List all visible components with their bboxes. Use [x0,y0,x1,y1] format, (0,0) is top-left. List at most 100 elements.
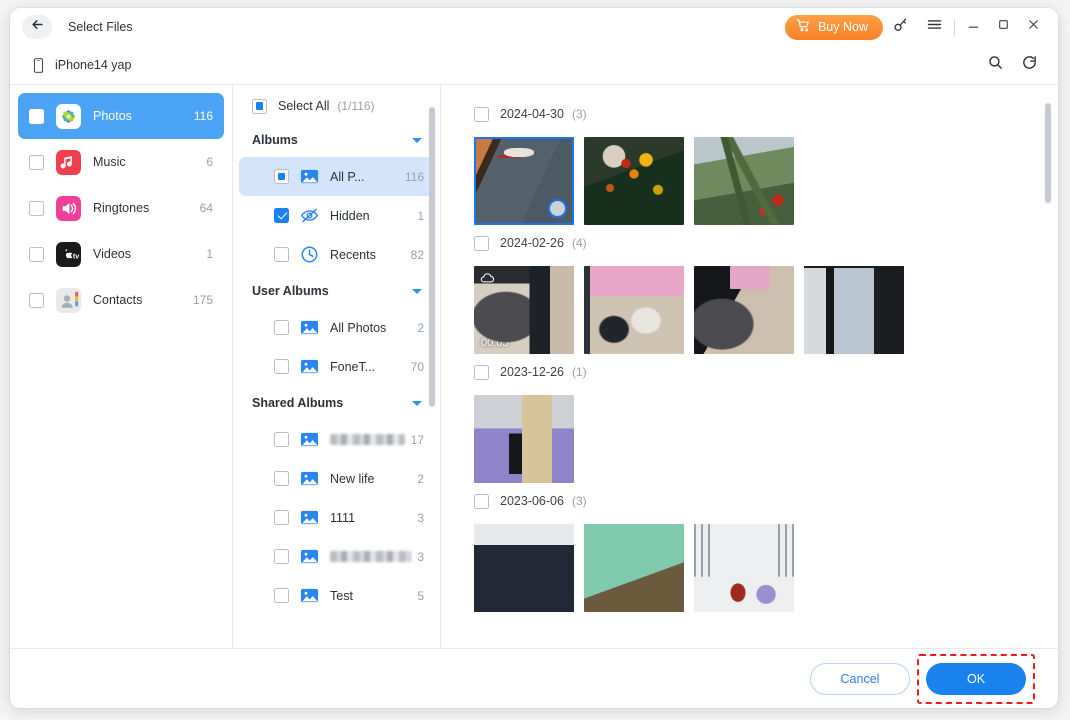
photo-thumbnail[interactable] [584,266,684,354]
photo-thumbnail[interactable] [694,524,794,612]
album-row-user-all-photos[interactable]: All Photos 2 [239,308,434,347]
search-icon [987,54,1004,76]
menu-button[interactable] [917,12,951,42]
date-group-checkbox[interactable] [474,106,489,122]
photos-grid-panel: 2024-04-30 (3) 2024-02-26 (4) 00:05 2023… [441,85,1058,648]
album-row-recents[interactable]: Recents 82 [239,235,434,274]
chevron-down-icon[interactable] [412,400,422,406]
ringtones-checkbox[interactable] [29,200,44,216]
key-button[interactable] [883,12,917,42]
cancel-button[interactable]: Cancel [810,662,910,695]
sidebar-item-music[interactable]: Music 6 [18,139,224,185]
thumbnail-row: 00:05 [441,258,1058,354]
maximize-button[interactable] [988,12,1018,42]
minimize-icon [967,18,980,36]
select-all-count: (1/116) [337,99,375,113]
photo-thumbnail[interactable] [804,266,904,354]
image-icon [300,547,319,566]
photo-thumbnail[interactable] [474,137,574,225]
album-checkbox[interactable] [274,169,289,184]
album-row-new-life[interactable]: New life 2 [239,459,434,498]
album-group-header-albums[interactable]: Albums [233,123,440,157]
music-checkbox[interactable] [29,154,44,170]
photo-thumbnail[interactable] [474,395,574,483]
svg-text:tv: tv [73,252,79,260]
chevron-down-icon[interactable] [412,137,422,143]
album-row-shared-2[interactable]: 3 [239,537,434,576]
photo-thumbnail[interactable] [584,137,684,225]
image-icon [300,318,319,337]
date-group-checkbox[interactable] [474,364,489,380]
sidebar-item-count: 116 [193,109,213,123]
sidebar-item-ringtones[interactable]: Ringtones 64 [18,185,224,231]
contacts-checkbox[interactable] [29,292,44,308]
videos-checkbox[interactable] [29,246,44,262]
photo-thumbnail[interactable] [694,266,794,354]
album-count: 2 [417,320,424,335]
chevron-down-icon[interactable] [412,288,422,294]
photo-thumbnail[interactable] [584,524,684,612]
select-all-row[interactable]: Select All (1/116) [233,89,440,123]
hamburger-menu-icon [926,16,943,38]
back-button[interactable] [22,15,52,39]
close-icon [1027,18,1040,36]
refresh-button[interactable] [1012,50,1046,80]
date-group-checkbox[interactable] [474,493,489,509]
album-checkbox[interactable] [274,320,289,335]
album-row-test[interactable]: Test 5 [239,576,434,615]
ringtones-app-icon [56,195,81,221]
photo-date-header[interactable]: 2023-12-26 (1) [441,357,1058,387]
page-title: Select Files [68,20,133,34]
album-group-header-shared-albums[interactable]: Shared Albums [233,386,440,420]
ok-button[interactable]: OK [926,662,1026,695]
photo-selected-indicator[interactable] [548,199,567,218]
photo-date-header[interactable]: 2023-06-06 (3) [441,486,1058,516]
photo-thumbnail[interactable] [474,524,574,612]
album-checkbox[interactable] [274,247,289,262]
album-checkbox[interactable] [274,208,289,223]
date-count: (4) [571,236,587,250]
photo-date-group: 2023-12-26 (1) [441,357,1058,483]
album-row-hidden[interactable]: Hidden 1 [239,196,434,235]
appletv-app-icon: tv [56,241,81,267]
album-checkbox[interactable] [274,588,289,603]
photo-date-header[interactable]: 2024-02-26 (4) [441,228,1058,258]
sidebar-item-count: 175 [192,293,213,307]
album-checkbox[interactable] [274,549,289,564]
photo-thumbnail[interactable]: 00:05 [474,266,574,354]
albums-scrollbar[interactable] [429,107,435,407]
date-group-checkbox[interactable] [474,235,489,251]
album-checkbox[interactable] [274,359,289,374]
ok-button-wrapper: OK [917,653,1035,704]
album-row-all-photos-lib[interactable]: All P... 116 [239,157,434,196]
album-checkbox[interactable] [274,471,289,486]
sidebar-item-videos[interactable]: tv Videos 1 [18,231,224,277]
search-button[interactable] [978,50,1012,80]
music-app-icon [56,149,81,175]
image-icon [300,430,319,449]
album-row-fonetool[interactable]: FoneT... 70 [239,347,434,386]
photos-scrollbar[interactable] [1045,103,1051,203]
minimize-button[interactable] [958,12,988,42]
sidebar-item-contacts[interactable]: Contacts 175 [18,277,224,323]
date-label: 2024-04-30 [500,107,564,121]
main-body: Photos 116 Music 6 Ringtones 64 tv Video… [10,84,1058,648]
buy-now-button[interactable]: Buy Now [784,14,883,40]
photo-date-header[interactable]: 2024-04-30 (3) [441,99,1058,129]
album-checkbox[interactable] [274,432,289,447]
sidebar-item-count: 6 [206,155,213,169]
album-label: Recents [330,247,376,262]
album-checkbox[interactable] [274,510,289,525]
image-icon [300,357,319,376]
device-bar: iPhone14 yap [10,46,1058,84]
album-row-shared-1[interactable]: 17 [239,420,434,459]
album-row-1111[interactable]: 1111 3 [239,498,434,537]
photos-checkbox[interactable] [29,108,44,124]
arrow-left-icon [30,17,45,37]
album-group-header-user-albums[interactable]: User Albums [233,274,440,308]
select-all-checkbox[interactable] [252,98,267,114]
photo-thumbnail[interactable] [694,137,794,225]
eye-slash-icon [300,206,319,225]
sidebar-item-photos[interactable]: Photos 116 [18,93,224,139]
close-button[interactable] [1018,12,1048,42]
